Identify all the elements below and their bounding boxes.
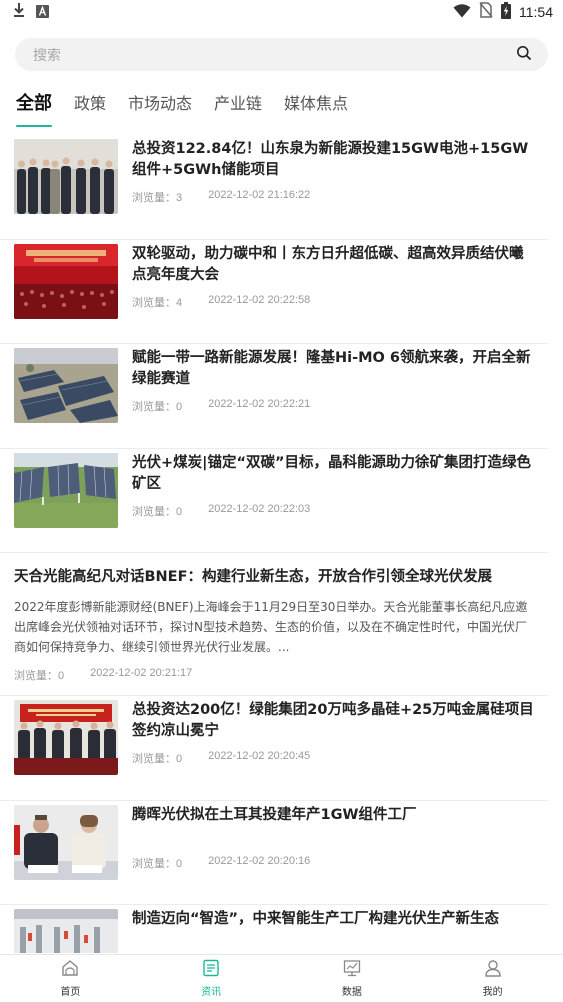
news-list: 总投资122.84亿！山东泉为新能源投建15GW电池+15GW组件+5GWh储能…	[0, 135, 563, 953]
publish-time: 2022-12-02 20:22:58	[208, 293, 311, 306]
news-item[interactable]: 赋能一带一路新能源发展！隆基Hi-MO 6领航来袭，开启全新绿能赛道 浏览量：0…	[0, 344, 548, 449]
tab-market[interactable]: 市场动态	[128, 85, 192, 123]
views-label: 浏览量：	[132, 401, 176, 413]
news-title: 天合光能高纪凡对话BNEF：构建行业新生态，开放合作引领全球光伏发展	[14, 569, 492, 585]
search-placeholder: 搜索	[33, 47, 61, 64]
news-meta: 浏览量：0 2022-12-02 20:21:17	[14, 667, 534, 683]
news-title: 总投资122.84亿！山东泉为新能源投建15GW电池+15GW组件+5GWh储能…	[132, 141, 529, 178]
views-count: 4	[176, 296, 183, 309]
status-time: 11:54	[519, 4, 553, 20]
views-count: 0	[176, 401, 183, 413]
category-tabs: 全部 政策 市场动态 产业链 媒体焦点	[0, 82, 563, 127]
no-sim-icon	[479, 2, 493, 22]
news-title: 光伏+煤炭|锚定“双碳”目标，晶科能源助力徐矿集团打造绿色矿区	[132, 454, 532, 492]
news-thumbnail	[14, 139, 118, 214]
publish-time: 2022-12-02 20:22:03	[208, 502, 311, 515]
views-label: 浏览量：	[132, 753, 176, 765]
nav-label: 数据	[341, 987, 362, 998]
views-count: 0	[58, 670, 65, 682]
news-thumbnail	[14, 452, 118, 528]
news-meta: 浏览量：0 2022-12-02 20:20:16	[132, 855, 534, 871]
search-icon[interactable]	[516, 45, 532, 65]
user-icon	[484, 959, 502, 981]
views-count: 0	[176, 753, 183, 765]
news-item[interactable]: 总投资122.84亿！山东泉为新能源投建15GW电池+15GW组件+5GWh储能…	[0, 135, 548, 240]
a-badge-icon	[36, 3, 49, 22]
news-meta: 浏览量：4 2022-12-02 20:22:58	[132, 294, 534, 310]
wifi-icon	[453, 3, 471, 22]
publish-time: 2022-12-02 20:22:21	[208, 398, 311, 410]
news-title: 赋能一带一路新能源发展！隆基Hi-MO 6领航来袭，开启全新绿能赛道	[132, 350, 531, 387]
home-icon	[61, 959, 79, 981]
tab-media-focus[interactable]: 媒体焦点	[284, 85, 348, 123]
views-label: 浏览量：	[132, 296, 176, 309]
news-title: 制造迈向“智造”，中来智能生产工厂构建光伏生产新生态	[132, 911, 500, 927]
publish-time: 2022-12-02 21:16:22	[208, 189, 311, 201]
battery-charging-icon	[501, 1, 511, 23]
news-item[interactable]: 双轮驱动，助力碳中和丨东方日升超低碳、超高效异质结伏曦点亮年度大会 浏览量：4 …	[0, 240, 548, 344]
news-thumbnail	[14, 348, 118, 423]
news-title: 总投资达200亿！绿能集团20万吨多晶硅+25万吨金属硅项目签约凉山冕宁	[132, 702, 534, 739]
nav-profile[interactable]: 我的	[422, 955, 563, 1002]
views-label: 浏览量：	[132, 505, 176, 518]
news-meta: 浏览量：0 2022-12-02 20:22:21	[132, 398, 534, 414]
nav-label: 首页	[60, 987, 81, 998]
views-count: 3	[176, 192, 183, 204]
news-thumbnail	[14, 700, 118, 775]
news-item[interactable]: 天合光能高纪凡对话BNEF：构建行业新生态，开放合作引领全球光伏发展 2022年…	[0, 553, 548, 696]
publish-time: 2022-12-02 20:20:16	[208, 854, 311, 867]
news-item[interactable]: 总投资达200亿！绿能集团20万吨多晶硅+25万吨金属硅项目签约凉山冕宁 浏览量…	[0, 696, 548, 801]
nav-data[interactable]: 数据	[282, 955, 423, 1002]
news-icon	[202, 959, 220, 981]
download-icon	[12, 2, 26, 22]
views-label: 浏览量：	[14, 670, 58, 682]
search-input[interactable]: 搜索	[15, 38, 548, 71]
news-item[interactable]: 光伏+煤炭|锚定“双碳”目标，晶科能源助力徐矿集团打造绿色矿区 浏览量：0 20…	[0, 449, 548, 553]
news-thumbnail	[14, 804, 118, 880]
news-title: 双轮驱动，助力碳中和丨东方日升超低碳、超高效异质结伏曦点亮年度大会	[132, 245, 524, 283]
news-meta: 浏览量：0 2022-12-02 20:22:03	[132, 503, 534, 519]
tab-policy[interactable]: 政策	[74, 85, 106, 123]
news-item[interactable]: 腾晖光伏拟在土耳其投建年产1GW组件工厂 浏览量：0 2022-12-02 20…	[0, 801, 548, 905]
nav-label: 我的	[482, 987, 503, 998]
views-count: 0	[176, 857, 183, 870]
news-item[interactable]: 制造迈向“智造”，中来智能生产工厂构建光伏生产新生态	[0, 905, 548, 953]
views-label: 浏览量：	[132, 192, 176, 204]
nav-label: 资讯	[201, 987, 222, 998]
news-meta: 浏览量：3 2022-12-02 21:16:22	[132, 189, 534, 205]
status-bar: 11:54	[0, 0, 563, 24]
tab-all[interactable]: 全部	[16, 85, 52, 127]
nav-news[interactable]: 资讯	[141, 955, 282, 1002]
publish-time: 2022-12-02 20:21:17	[90, 667, 193, 679]
nav-home[interactable]: 首页	[0, 955, 141, 1002]
news-thumbnail	[14, 909, 118, 953]
chart-icon	[343, 959, 361, 981]
news-summary: 2022年度彭博新能源财经(BNEF)上海峰会于11月29日至30日举办。天合光…	[14, 600, 528, 654]
news-thumbnail	[14, 243, 118, 319]
bottom-nav: 首页 资讯 数据 我的	[0, 954, 563, 1002]
publish-time: 2022-12-02 20:20:45	[208, 750, 311, 762]
views-label: 浏览量：	[132, 857, 176, 870]
tab-industry-chain[interactable]: 产业链	[214, 85, 262, 123]
views-count: 0	[176, 505, 183, 518]
news-meta: 浏览量：0 2022-12-02 20:20:45	[132, 750, 534, 766]
news-title: 腾晖光伏拟在土耳其投建年产1GW组件工厂	[132, 806, 417, 823]
